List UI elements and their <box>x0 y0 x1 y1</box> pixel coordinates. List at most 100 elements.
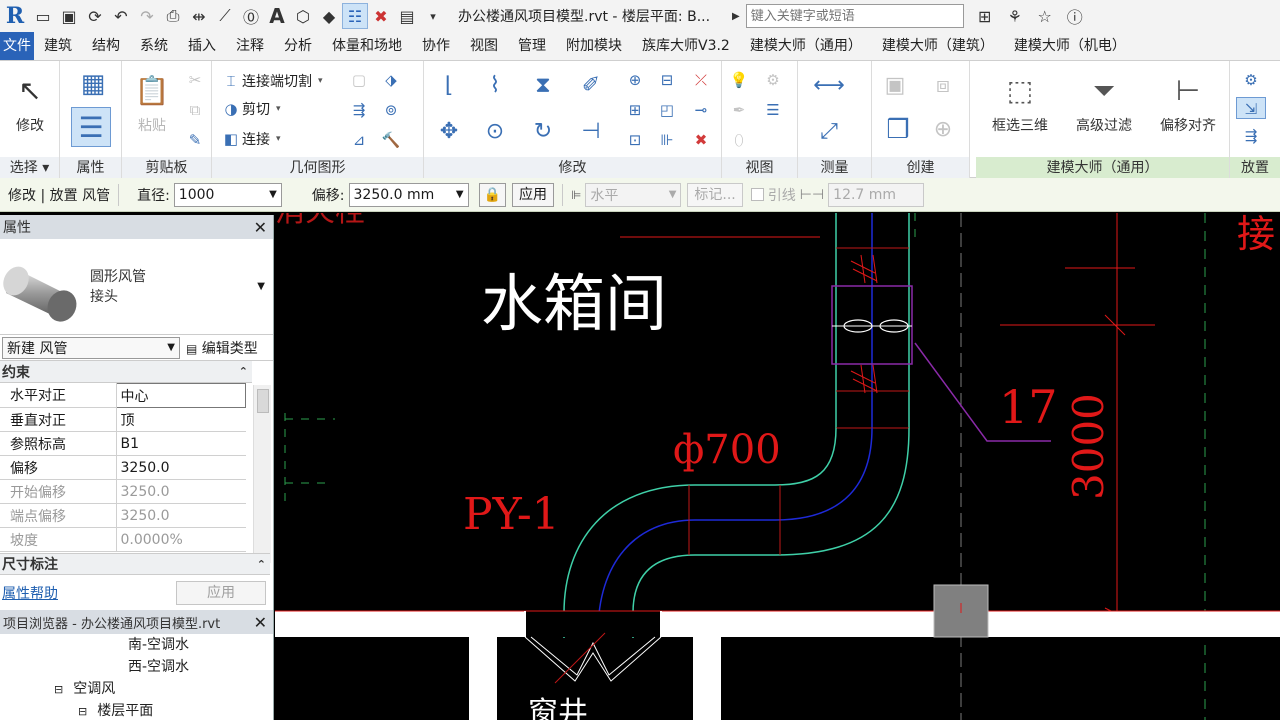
tag-button[interactable]: 标记... <box>687 182 743 207</box>
lock-offset-button[interactable]: 🔒 <box>478 182 506 207</box>
print-icon[interactable]: ⎙ <box>160 3 186 29</box>
constraints-group-header[interactable]: 约束 ⌃ <box>0 361 252 383</box>
orientation-select[interactable]: 水平 ▼ <box>585 182 682 207</box>
leader-checkbox[interactable] <box>750 188 764 201</box>
3d-view-icon[interactable]: ⬡ <box>290 3 316 29</box>
sync-icon[interactable]: ⟳ <box>82 3 108 29</box>
tab-structure[interactable]: 结构 <box>82 32 130 60</box>
copy-element-icon[interactable]: ⊙ <box>480 117 510 147</box>
aligned-dimension-icon[interactable]: ⤢ <box>806 117 852 147</box>
wall[interactable] <box>469 637 497 720</box>
save-icon[interactable]: ▣ <box>56 3 82 29</box>
measure-between-icon[interactable]: ⟷ <box>806 71 852 101</box>
instance-filter-select[interactable]: 新建 风管 ▼ <box>2 336 180 359</box>
linework-icon[interactable]: ☰ <box>762 99 784 121</box>
switch-windows-icon[interactable]: ▤ <box>394 3 420 29</box>
properties-scrollbar[interactable] <box>253 385 271 563</box>
leader-length-field[interactable]: 12.7 mm <box>828 182 925 207</box>
remove-paint-icon[interactable]: ⊚ <box>380 99 402 121</box>
mirror-axis-icon[interactable]: ⧗ <box>528 71 558 101</box>
array-icon[interactable]: ⊞ <box>624 99 646 121</box>
lightbulb-icon[interactable]: 💡 <box>728 69 750 91</box>
split-face-icon[interactable]: ⬗ <box>380 69 402 91</box>
tree-node[interactable]: 南-空调水 <box>0 634 273 656</box>
tag-icon[interactable]: ⓪ <box>238 3 264 29</box>
eraser-icon[interactable]: ⬯ <box>728 129 750 151</box>
cope-button[interactable]: ⌶ 连接端切割 ▾ <box>220 69 322 93</box>
title-expand-icon[interactable]: ▶ <box>732 11 740 22</box>
create-assembly-icon[interactable]: ⧈ <box>928 71 958 101</box>
split-element-icon[interactable]: ⊕ <box>624 69 646 91</box>
create-group-icon[interactable]: ▣ <box>880 71 910 101</box>
measure-icon[interactable]: ⇹ <box>186 3 212 29</box>
dimensions-group-header[interactable]: 尺寸标注 ⌃ <box>0 553 270 575</box>
property-value[interactable]: 3250.0 <box>116 455 246 480</box>
collapse-box-icon[interactable]: ⊟ <box>78 705 87 718</box>
revit-logo-icon[interactable]: R <box>0 0 30 32</box>
collapse-box-icon[interactable]: ⊟ <box>54 683 63 696</box>
open-icon[interactable]: ▭ <box>30 3 56 29</box>
wall[interactable] <box>275 611 1280 637</box>
type-properties-button[interactable]: ☰ <box>63 107 119 147</box>
place-active-icon[interactable]: ⇲ <box>1236 97 1266 119</box>
diameter-select[interactable]: 1000 ▼ <box>173 182 282 207</box>
pin-icon[interactable]: ⊸ <box>690 99 712 121</box>
tab-collaborate[interactable]: 协作 <box>412 32 460 60</box>
cut-geometry-button[interactable]: ◑ 剪切 ▾ <box>220 97 280 121</box>
create-parts-icon[interactable]: ❒ <box>880 115 916 145</box>
copy-icon[interactable]: ⧉ <box>184 99 206 121</box>
join-button[interactable]: ◧ 连接 ▾ <box>220 127 281 151</box>
tab-architecture[interactable]: 建筑 <box>34 32 82 60</box>
tab-systems[interactable]: 系统 <box>130 32 178 60</box>
create-similar-icon[interactable]: ⊕ <box>928 115 958 145</box>
tree-node[interactable]: 西-空调水 <box>0 656 273 678</box>
tab-family-library[interactable]: 族库大师V3.2 <box>632 32 740 60</box>
move-icon[interactable]: ✥ <box>434 117 464 147</box>
search-input[interactable] <box>745 4 964 28</box>
paint-icon[interactable]: ⇶ <box>348 99 370 121</box>
brush-icon[interactable]: ✒ <box>728 99 750 121</box>
close-icon[interactable]: ✕ <box>254 613 267 632</box>
tab-master-general[interactable]: 建模大师（通用） <box>740 32 872 60</box>
redo-icon[interactable]: ↷ <box>134 3 160 29</box>
scale-icon[interactable]: ◰ <box>656 99 678 121</box>
trim-multiple-icon[interactable]: ⊡ <box>624 129 646 151</box>
properties-apply-button[interactable]: 应用 <box>176 581 266 605</box>
tab-massing[interactable]: 体量和场地 <box>322 32 412 60</box>
tab-master-mep[interactable]: 建模大师（机电） <box>1004 32 1136 60</box>
offset-align-button[interactable]: ⊢ 偏移对齐 <box>1156 71 1220 135</box>
tree-node[interactable]: ⊟ 空调风 <box>0 678 273 700</box>
favorites-star-icon[interactable]: ☆ <box>1030 3 1060 29</box>
tab-annotate[interactable]: 注释 <box>226 32 274 60</box>
property-value[interactable]: 顶 <box>116 407 246 432</box>
paste-button[interactable]: 📋 粘贴 <box>124 71 180 135</box>
property-value[interactable]: 中心 <box>115 383 246 408</box>
split-gap-icon[interactable]: ⊟ <box>656 69 678 91</box>
offset-icon[interactable]: ⌇ <box>480 71 510 101</box>
tab-insert[interactable]: 插入 <box>178 32 226 60</box>
box-select-3d-button[interactable]: ⬚ 框选三维 <box>990 71 1050 135</box>
tab-analyze[interactable]: 分析 <box>274 32 322 60</box>
hide-icon[interactable]: ⚙ <box>762 69 784 91</box>
demolish-icon[interactable]: ⊿ <box>348 129 370 151</box>
tab-file[interactable]: 文件 <box>0 32 34 60</box>
communication-icon[interactable]: ⚘ <box>1000 3 1030 29</box>
close-hidden-icon[interactable]: ✖ <box>368 3 394 29</box>
offset-select[interactable]: 3250.0 mm ▼ <box>348 182 469 207</box>
tree-node[interactable]: ⊟ 楼层平面 <box>0 700 273 720</box>
rotate-icon[interactable]: ↻ <box>528 117 558 147</box>
help-icon[interactable]: ⓘ <box>1060 3 1090 29</box>
edit-type-button[interactable]: ▤ 编辑类型 <box>186 338 258 358</box>
mirror-draw-icon[interactable]: ✐ <box>576 71 606 101</box>
cut-icon[interactable]: ✂ <box>184 69 206 91</box>
properties-help-link[interactable]: 属性帮助 <box>2 583 58 603</box>
advanced-filter-button[interactable]: ⏷ 高级过滤 <box>1072 71 1136 135</box>
text-icon[interactable]: A <box>264 3 290 29</box>
property-value[interactable]: B1 <box>116 431 246 456</box>
customize-icon[interactable]: ▾ <box>420 3 446 29</box>
wall[interactable] <box>693 637 721 720</box>
type-selector[interactable]: 圆形风管 接头 ▼ <box>0 239 273 335</box>
dimension-icon[interactable]: ⟋ <box>212 3 238 29</box>
section-icon[interactable]: ◆ <box>316 3 342 29</box>
place-justify-icon[interactable]: ⇶ <box>1240 125 1262 147</box>
